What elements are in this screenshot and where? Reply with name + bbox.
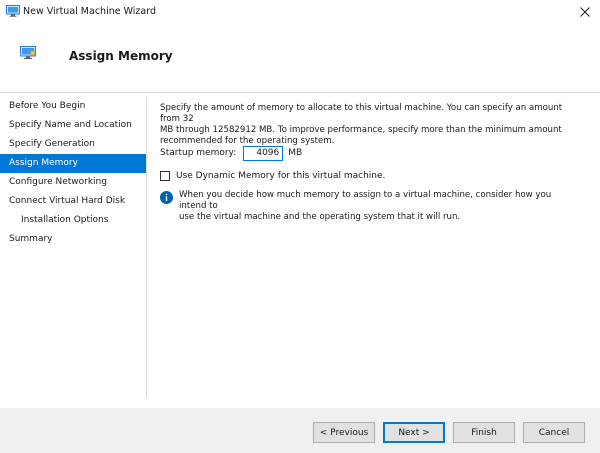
description-line: Specify the amount of memory to allocate… xyxy=(160,103,563,124)
main-content: Specify the amount of memory to allocate… xyxy=(160,103,585,222)
nav-item-specify-name-and-location[interactable]: Specify Name and Location xyxy=(0,116,146,135)
wizard-steps-nav: Before You Begin Specify Name and Locati… xyxy=(0,97,147,396)
description-text: Specify the amount of memory to allocate… xyxy=(160,103,580,147)
next-button[interactable]: Next > xyxy=(383,422,445,443)
startup-memory-label: Startup memory: xyxy=(160,148,237,158)
finish-button[interactable]: Finish xyxy=(453,422,515,443)
page-title: Assign Memory xyxy=(69,49,173,63)
nav-item-configure-networking[interactable]: Configure Networking xyxy=(0,173,146,192)
startup-memory-unit: MB xyxy=(288,148,303,158)
info-line: When you decide how much memory to assig… xyxy=(179,190,552,211)
close-button[interactable] xyxy=(570,0,600,24)
info-line: use the virtual machine and the operatin… xyxy=(179,212,461,222)
info-icon xyxy=(160,191,173,204)
dynamic-memory-row: Use Dynamic Memory for this virtual mach… xyxy=(160,169,385,183)
previous-button[interactable]: < Previous xyxy=(313,422,375,443)
description-line: MB through 12582912 MB. To improve perfo… xyxy=(160,125,562,135)
dynamic-memory-label[interactable]: Use Dynamic Memory for this virtual mach… xyxy=(176,171,385,181)
title-bar: New Virtual Machine Wizard xyxy=(0,0,600,24)
wizard-header: Assign Memory xyxy=(0,24,600,93)
info-note: When you decide how much memory to assig… xyxy=(160,190,585,223)
nav-item-specify-generation[interactable]: Specify Generation xyxy=(0,135,146,154)
info-text: When you decide how much memory to assig… xyxy=(179,190,579,223)
dynamic-memory-checkbox[interactable] xyxy=(160,171,170,181)
virtual-machine-icon xyxy=(6,5,20,17)
nav-item-assign-memory[interactable]: Assign Memory xyxy=(0,154,146,173)
button-bar: < Previous Next > Finish Cancel xyxy=(0,408,600,453)
memory-icon xyxy=(20,46,36,59)
cancel-button[interactable]: Cancel xyxy=(523,422,585,443)
nav-item-installation-options[interactable]: Installation Options xyxy=(0,211,146,230)
window-title: New Virtual Machine Wizard xyxy=(23,6,156,17)
nav-item-before-you-begin[interactable]: Before You Begin xyxy=(0,97,146,116)
startup-memory-row: Startup memory: MB xyxy=(160,144,302,162)
startup-memory-input[interactable] xyxy=(243,145,284,161)
nav-item-connect-virtual-hard-disk[interactable]: Connect Virtual Hard Disk xyxy=(0,192,146,211)
nav-item-summary[interactable]: Summary xyxy=(0,230,146,249)
close-icon xyxy=(580,7,590,17)
